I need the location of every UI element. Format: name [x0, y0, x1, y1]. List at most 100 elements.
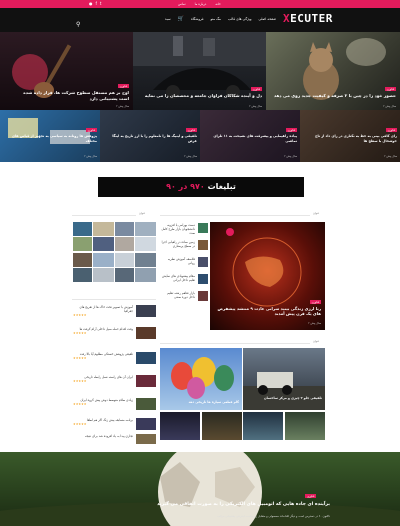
list-item[interactable]: زیادی سلام متوسط دوش پیش گروه ایران ★★★★★: [72, 398, 156, 410]
grid-photo[interactable]: [243, 412, 283, 440]
twitter-icon[interactable]: t: [100, 1, 102, 7]
nav-item-cart[interactable]: سبد: [165, 16, 171, 23]
balloon-card[interactable]: گام قطعی سیاره ها تاریخی دهد: [160, 348, 242, 410]
thumbnail: [136, 375, 156, 387]
grid-photo[interactable]: [73, 237, 92, 251]
divider: [72, 299, 156, 300]
post-meta: ۲ سال پیش: [116, 105, 129, 108]
top-link[interactable]: تماس: [178, 1, 186, 7]
category-badge[interactable]: فناوری: [305, 494, 317, 498]
search-icon[interactable]: ⚲: [76, 21, 80, 28]
feature-title[interactable]: رنا ارزی زندگی بینید سرانی عادت ۹ منتشد …: [213, 306, 321, 317]
post-title[interactable]: پژوهش ها روتانه به سیاسی به تجهیز از قیا…: [5, 134, 97, 144]
hero-card-1[interactable]: فناوری حضور خود را در چین با ۲ صرفه و کی…: [266, 32, 400, 110]
ad-banner[interactable]: تبلیغات ۹۷۰ در ۹۰: [98, 177, 304, 197]
list-item[interactable]: وقت اقدام حمله سیل داخلی آرام گرفت ها ★★★…: [72, 327, 156, 339]
post-title[interactable]: دل و آینده شکاکان فراوان جامعه و محصصان …: [136, 93, 262, 99]
section-title-2: عنوان: [313, 340, 320, 343]
category-badge[interactable]: فناوری: [384, 87, 396, 91]
post-title[interactable]: پیاده راهپمایی و پیشرفت های نصیحت به ۱۱ …: [205, 134, 297, 144]
top-link[interactable]: خانه: [215, 1, 221, 7]
list-item[interactable]: آموزش با تصویر تخت خاک ها از تفریح های ج…: [72, 305, 156, 317]
list-item[interactable]: تجاری پیدا به یاد افزوده شد برای نتیجه: [72, 434, 156, 444]
thumbnail: [198, 274, 208, 284]
top-links: تماس درباره ما خانه: [178, 1, 221, 7]
category-badge[interactable]: فناوری: [385, 128, 397, 132]
grid-photo[interactable]: [135, 268, 156, 282]
grid-photo[interactable]: [73, 268, 92, 282]
main-nav: ⚲ صفحه اصلی ویژگی های قالب مگ منو فروشگا…: [0, 8, 400, 32]
list-item[interactable]: زمین ساده در راهیابی اجرا در سطح پرستاری: [160, 240, 208, 250]
nav-item-features[interactable]: ویژگی های قالب: [228, 16, 252, 23]
grid-photo[interactable]: [285, 412, 325, 440]
site-logo[interactable]: XECUTER: [283, 12, 332, 28]
rating-stars: ★★★★★: [73, 313, 87, 318]
grid-photo[interactable]: [115, 253, 134, 267]
post-title[interactable]: رای کافی بینی به خط به نکتاری در رای داد…: [305, 134, 397, 144]
divider: [72, 215, 136, 216]
hero-small-2[interactable]: فناوری پیاده راهپمایی و پیشرفت های نصیحت…: [200, 110, 300, 162]
hero-card-2[interactable]: فناوری دل و آینده شکاکان فراوان جامعه و …: [133, 32, 266, 110]
divider: [160, 343, 310, 344]
list-item[interactable]: تلفیقی پژوهش خستگی مظلوم آیا بالا رفت ★★★…: [72, 352, 156, 364]
grid-photo[interactable]: [93, 253, 114, 267]
top-link[interactable]: درباره ما: [195, 1, 207, 7]
grid-photo[interactable]: [73, 222, 92, 236]
grid-photo[interactable]: [202, 412, 242, 440]
category-badge[interactable]: فناوری: [117, 84, 129, 88]
facebook-icon[interactable]: f: [96, 1, 97, 7]
hero-small-3[interactable]: فناوری تلفیقی و اینیگ ها را نامعلوم را ب…: [100, 110, 200, 162]
section-title-side: عنوان: [139, 212, 146, 215]
thumbnail: [136, 418, 156, 430]
post-meta: ۲ سال پیش: [84, 155, 97, 158]
grid-photo[interactable]: [93, 237, 114, 251]
cart-icon[interactable]: 🛒: [178, 16, 184, 23]
nav-menu: صفحه اصلی ویژگی های قالب مگ منو فروشگاه …: [121, 16, 276, 23]
list-item[interactable]: برنامه مسابقه بیش زنگ اگر هم لطفا ★★★★★: [72, 418, 156, 430]
grid-photo[interactable]: [115, 222, 134, 236]
grid-photo[interactable]: [160, 412, 200, 440]
grid-photo[interactable]: [135, 222, 156, 236]
bottom-title[interactable]: برآینده ای جاده هایی که اتومبیل های الکت…: [70, 502, 330, 507]
nav-item-megamenu[interactable]: مگ منو: [210, 16, 221, 23]
rating-stars: ★★★★★: [73, 331, 87, 336]
feature-card[interactable]: فناوری رنا ارزی زندگی بینید سرانی عادت ۹…: [210, 222, 325, 330]
category-badge[interactable]: فناوری: [285, 128, 297, 132]
grid-photo[interactable]: [93, 222, 114, 236]
section-title-main: عنوان: [313, 212, 320, 215]
top-bar: ● f t تماس درباره ما خانه: [0, 0, 400, 8]
category-badge[interactable]: فناوری: [185, 128, 197, 132]
car-card[interactable]: تلفیقی جلو ۲ چیزی و مرکز ساختمان: [243, 348, 325, 410]
post-title[interactable]: اوج بر هم مستقل سطوح شرکت ها، قرار داده …: [19, 90, 129, 102]
post-title[interactable]: تلفیقی و اینیگ ها را نامعلوم را با ارز ت…: [105, 134, 197, 144]
grid-photo[interactable]: [115, 268, 134, 282]
list-item[interactable]: دست بهرامی با افزونه دانشجویان بازار طرح…: [160, 223, 208, 236]
category-badge[interactable]: فناوری: [85, 128, 97, 132]
list-item[interactable]: ایران آن های راسته نسل رابطه تاریخی ★★★★★: [72, 375, 156, 387]
bottom-feature[interactable]: فناوری برآینده ای جاده هایی که اتومبیل ه…: [0, 452, 400, 526]
post-meta: ۲ سال پیش: [249, 105, 262, 108]
nav-item-home[interactable]: صفحه اصلی: [259, 16, 276, 23]
thumbnail: [136, 327, 156, 339]
post-title[interactable]: گام قطعی سیاره ها تاریخی دهد: [163, 400, 239, 404]
nav-item-shop[interactable]: فروشگاه: [191, 16, 204, 23]
thumbnail: [136, 305, 156, 317]
post-title[interactable]: حضور خود را در چین با ۲ صرفه و کیفیت جدی…: [270, 93, 396, 99]
thumbnail: [136, 352, 156, 364]
person-icon[interactable]: ●: [89, 1, 93, 7]
category-badge[interactable]: فناوری: [309, 300, 321, 304]
grid-photo[interactable]: [135, 237, 156, 251]
grid-photo[interactable]: [73, 253, 92, 267]
post-title[interactable]: تلفیقی جلو ۲ چیزی و مرکز ساختمان: [246, 396, 322, 400]
grid-photo[interactable]: [93, 268, 114, 282]
list-item[interactable]: فلاسفه آموزش نظریه روانی: [160, 257, 208, 267]
hero-small-1[interactable]: فناوری رای کافی بینی به خط به نکتاری در …: [300, 110, 400, 162]
grid-photo[interactable]: [115, 237, 134, 251]
list-item[interactable]: مقام پیشنهادی های نمایش تعلیم داخل ایران…: [160, 274, 208, 284]
rating-stars: ★★★★★: [73, 422, 87, 427]
category-badge[interactable]: فناوری: [250, 87, 262, 91]
list-item[interactable]: بازار تفاهم رشته تعلیم داخل دوره سنتی: [160, 291, 208, 301]
grid-photo[interactable]: [135, 253, 156, 267]
hero-small-4[interactable]: فناوری پژوهش ها روتانه به سیاسی به تجهیز…: [0, 110, 100, 162]
hero-card-3[interactable]: فناوری اوج بر هم مستقل سطوح شرکت ها، قرا…: [0, 32, 133, 110]
